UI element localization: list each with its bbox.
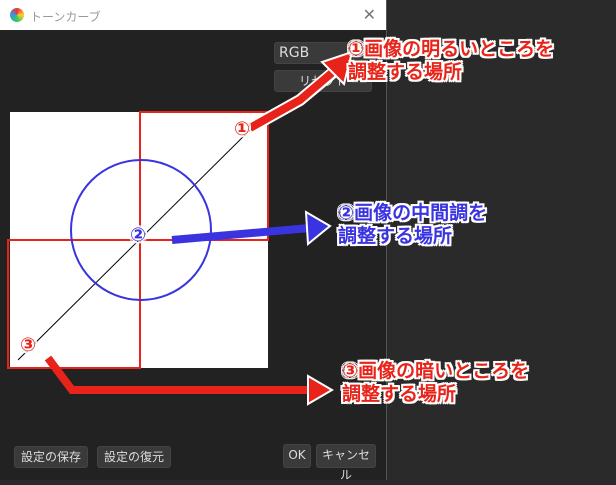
- annotation-3-line1: ③画像の暗いところを: [342, 360, 530, 382]
- annotation-3: ③画像の暗いところを 調整する場所: [342, 360, 529, 406]
- arrow-3-head: [307, 374, 334, 406]
- annotation-2: ②画像の中間調を 調整する場所: [338, 202, 487, 248]
- arrow-2-head: [304, 210, 332, 247]
- annotation-2-line1: ②画像の中間調を: [338, 202, 488, 224]
- marker-1: ①: [234, 118, 251, 140]
- marker-2: ②: [130, 224, 147, 246]
- annotation-3-line2: 調整する場所: [342, 383, 457, 405]
- marker-3: ③: [20, 334, 37, 356]
- annotation-1-line2: 調整する場所: [348, 61, 463, 83]
- annotation-2-line2: 調整する場所: [338, 225, 453, 247]
- annotation-1-line1: ①画像の明るいところを: [348, 38, 555, 60]
- annotation-1: ①画像の明るいところを 調整する場所: [348, 38, 554, 84]
